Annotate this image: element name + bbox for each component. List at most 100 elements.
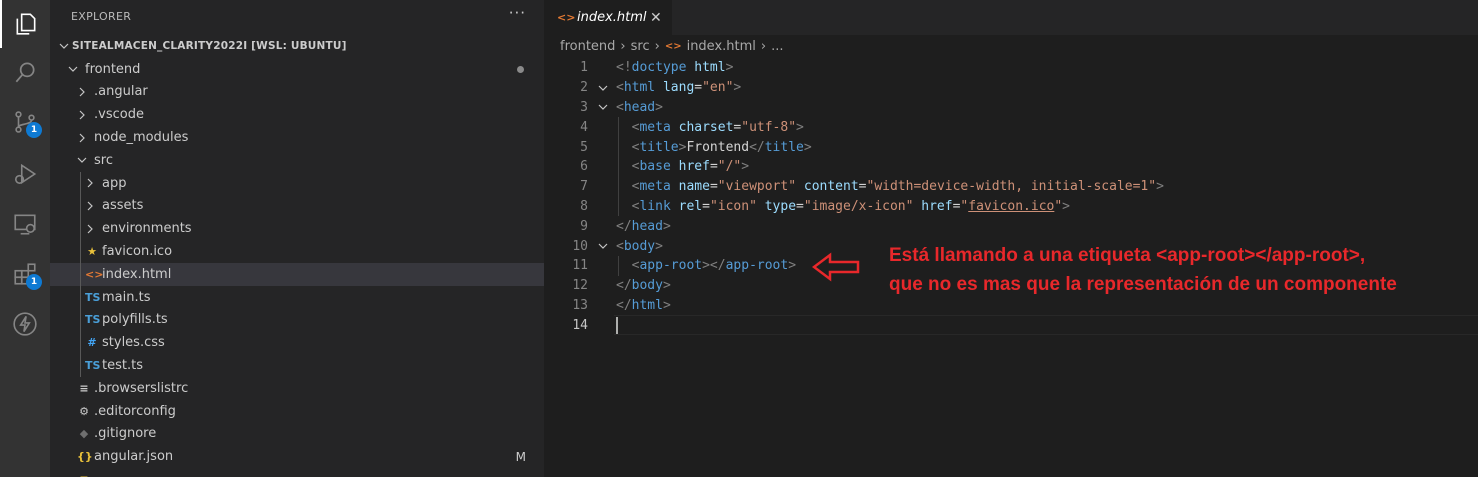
code-token: " [1054, 198, 1063, 214]
source-control-icon[interactable]: 1 [0, 98, 50, 146]
fold-chevron-icon[interactable] [597, 101, 609, 113]
explorer-icon[interactable] [0, 0, 50, 48]
breadcrumb-item-symbol[interactable]: ... [771, 39, 783, 54]
code-token: > [662, 218, 671, 234]
code-token: name [678, 179, 710, 195]
tree-file[interactable]: ★ favicon.ico [50, 240, 544, 263]
code-line[interactable]: 8 <link rel="icon" type="image/x-icon" h… [544, 197, 1478, 217]
tree-item-label: main.ts [102, 289, 151, 305]
chevron-right-icon[interactable] [84, 223, 96, 235]
tree-folder[interactable]: app [50, 172, 544, 195]
code-token: "en" [702, 80, 734, 96]
code-line[interactable]: 13 </html> [544, 296, 1478, 316]
code-line[interactable]: 4 <meta charset="utf-8"> [544, 117, 1478, 137]
code-token: "/" [717, 159, 742, 175]
fold-chevron-icon[interactable] [597, 82, 609, 94]
chevron-right-icon[interactable] [84, 200, 96, 212]
tree-file[interactable]: {} angular.json M [50, 445, 544, 468]
chevron-down-icon[interactable] [76, 154, 88, 166]
tree-folder[interactable]: node_modules [50, 126, 544, 149]
tree-file[interactable]: TS polyfills.ts [50, 309, 544, 332]
chevron-down-icon[interactable] [67, 63, 79, 75]
code-token: </ [616, 297, 632, 313]
file-type-icon: ≡ [79, 381, 89, 395]
chevron-right-icon[interactable] [84, 177, 96, 189]
code-line[interactable]: 3 <head> [544, 98, 1478, 118]
breadcrumb-item-src[interactable]: src [631, 39, 650, 54]
tree-file[interactable]: ≡ [50, 468, 544, 477]
tree-item-label: .gitignore [94, 426, 157, 442]
code-token: </ [616, 218, 632, 234]
file-tree: SITEALMACEN_CLARITY2022I [WSL: UBUNTU] fr… [50, 35, 544, 477]
file-type-icon: TS [85, 290, 101, 304]
tree-file[interactable]: ⚙ .editorconfig [50, 400, 544, 423]
code-editor[interactable]: 1 <!doctype html> 2 <html lang="en"> 3 <head>… [544, 57, 1478, 477]
tree-folder[interactable]: .vscode [50, 103, 544, 126]
code-line[interactable]: 2 <html lang="en"> [544, 78, 1478, 98]
chevron-right-icon[interactable] [76, 86, 88, 98]
tree-folder[interactable]: assets [50, 195, 544, 218]
run-debug-icon[interactable] [0, 150, 50, 198]
code-line[interactable]: 14 [544, 315, 1478, 335]
tree-folder[interactable]: src [50, 149, 544, 172]
code-line[interactable]: 5 <title>Frontend</title> [544, 137, 1478, 157]
code-token: body [623, 238, 656, 254]
code-token: app-root [639, 258, 703, 274]
code-token: > [662, 297, 671, 313]
tree-item-label: SITEALMACEN_CLARITY2022I [WSL: UBUNTU] [72, 40, 347, 53]
code-token: = [796, 198, 804, 214]
close-icon[interactable]: ✕ [650, 10, 662, 26]
chevron-right-icon: › [620, 38, 626, 54]
tree-folder[interactable]: environments [50, 217, 544, 240]
line-number: 12 [572, 278, 588, 294]
code-line[interactable]: 9 </head> [544, 216, 1478, 236]
tree-file[interactable]: ≡ .browserslistrc [50, 377, 544, 400]
code-token: = [709, 179, 718, 195]
code-token: < [616, 99, 624, 115]
remote-explorer-icon[interactable] [0, 200, 50, 248]
breadcrumb-item-frontend[interactable]: frontend [560, 39, 615, 54]
code-token: html [623, 80, 656, 96]
code-token: head [631, 218, 663, 234]
code-token: href [921, 198, 953, 214]
line-number: 8 [580, 198, 588, 214]
code-line[interactable]: 1 <!doctype html> [544, 58, 1478, 78]
search-icon[interactable] [0, 48, 50, 96]
code-text: <body> [616, 239, 663, 254]
breadcrumb-item-file[interactable]: index.html [687, 39, 756, 54]
tree-file[interactable]: ◆ .gitignore [50, 423, 544, 446]
tree-file[interactable]: TS main.ts [50, 286, 544, 309]
lightning-icon[interactable] [0, 300, 50, 348]
chevron-right-icon[interactable] [76, 132, 88, 144]
code-line[interactable]: 6 <base href="/"> [544, 157, 1478, 177]
code-token: Frontend [686, 139, 750, 155]
code-text: <!doctype html> [616, 60, 733, 75]
tree-folder[interactable]: SITEALMACEN_CLARITY2022I [WSL: UBUNTU] [50, 35, 544, 58]
code-token: href [678, 159, 710, 175]
code-token: "utf-8" [741, 119, 797, 135]
chevron-down-icon[interactable] [58, 40, 70, 52]
extensions-badge: 1 [26, 274, 42, 290]
extensions-icon[interactable]: 1 [0, 250, 50, 298]
code-line[interactable]: 7 <meta name="viewport" content="width=d… [544, 177, 1478, 197]
tree-folder[interactable]: .angular [50, 81, 544, 104]
tab-index-html[interactable]: <> index.html ✕ [544, 0, 672, 35]
fold-chevron-icon[interactable] [597, 240, 609, 252]
tree-file[interactable]: <> index.html [50, 262, 544, 286]
tree-file[interactable]: TS test.ts [50, 354, 544, 377]
code-token: = [858, 179, 867, 195]
more-actions-icon[interactable]: ··· [509, 4, 526, 22]
code-token: favicon.ico [968, 198, 1055, 214]
tree-file[interactable]: # styles.css [50, 331, 544, 354]
chevron-right-icon[interactable] [76, 109, 88, 121]
code-token: = [709, 159, 718, 175]
line-number: 11 [572, 258, 588, 274]
explorer-title: EXPLORER [71, 10, 132, 23]
tree-folder[interactable]: frontend [50, 58, 544, 81]
code-token: < [616, 80, 624, 96]
